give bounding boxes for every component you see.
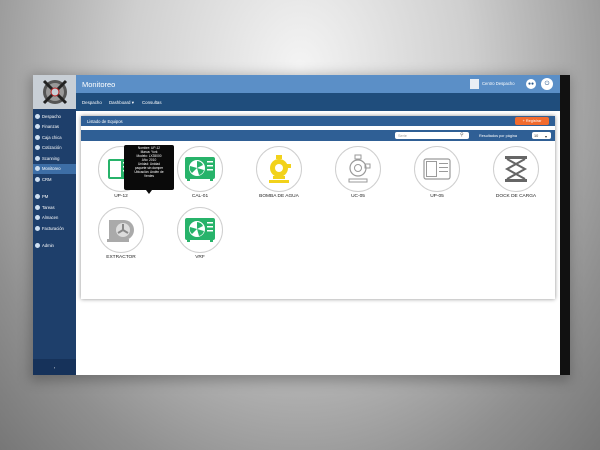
sidebar-item-scanning[interactable]: Scanning <box>33 153 76 164</box>
maintenance-icon <box>35 194 40 200</box>
sidebar-item-tareas[interactable]: Tareas <box>33 202 76 213</box>
water-pump-icon <box>256 146 302 192</box>
page-title: Monitoreo <box>82 80 116 89</box>
menu-bar: Despacho Dashboard ▾ Consultas <box>76 93 560 111</box>
equipment-label: DOCK DE CARGA <box>495 194 537 199</box>
menu-dashboard[interactable]: Dashboard ▾ <box>109 100 134 106</box>
quote-icon <box>35 145 40 151</box>
user-name[interactable]: Centro Despacho <box>482 81 515 86</box>
admin-icon <box>35 243 40 249</box>
filter-bar: Serie ⚲ Resultados por página 10 ▾ <box>81 130 555 141</box>
sidebar-item-despacho[interactable]: Despacho <box>33 111 76 122</box>
search-icon[interactable]: ⚲ <box>460 132 464 138</box>
invoice-icon <box>35 225 40 231</box>
equipment-tile-cal-01[interactable]: CAL-01 <box>170 146 230 199</box>
power-icon[interactable]: ⏻ <box>541 78 553 90</box>
equipment-tile-extractor[interactable]: EXTRACTOR <box>91 207 151 260</box>
sidebar-item-monitoreo[interactable]: Monitoreo <box>33 163 76 174</box>
tooltip-line: Verdes <box>144 174 154 178</box>
equipment-tile-uc-05[interactable]: UC-05 <box>328 146 388 199</box>
extractor-fan-icon <box>98 207 144 253</box>
equipment-tile-up-05[interactable]: UP-05 <box>407 146 467 199</box>
chevron-down-icon: ▾ <box>545 134 547 139</box>
sidebar: Despacho Finanzas Caja chica Cotización … <box>33 75 76 375</box>
search-placeholder: Serie <box>398 133 407 138</box>
company-logo <box>33 75 76 109</box>
equipment-label: UP-12 <box>114 194 128 199</box>
sidebar-collapse-button[interactable]: ‹ <box>33 359 76 375</box>
sidebar-nav: Despacho Finanzas Caja chica Cotización … <box>33 111 76 251</box>
scissor-lift-icon <box>493 146 539 192</box>
sidebar-item-finanzas[interactable]: Finanzas <box>33 122 76 133</box>
per-page-select[interactable]: 10 ▾ <box>532 132 551 139</box>
equipment-tile-vrf[interactable]: VRF <box>170 207 230 260</box>
sidebar-item-admin[interactable]: Admin <box>33 241 76 252</box>
sidebar-item-cotizacion[interactable]: Cotización <box>33 143 76 154</box>
per-page-label: Resultados por página <box>479 134 517 138</box>
ac-unit-icon <box>414 146 460 192</box>
sidebar-item-facturacion[interactable]: Facturación <box>33 223 76 234</box>
monitor-icon <box>35 166 40 172</box>
equipment-label: EXTRACTOR <box>106 255 136 260</box>
equipment-label: CAL-01 <box>191 194 209 199</box>
sidebar-item-caja-chica[interactable]: Caja chica <box>33 132 76 143</box>
equipment-label: BOMBA DE AGUA <box>259 194 299 199</box>
panel-title: Listado de Equipos <box>87 119 123 124</box>
top-bar: Monitoreo Centro Despacho ●● ⏻ <box>76 75 560 93</box>
cash-box-icon <box>35 134 40 140</box>
fan-unit-icon <box>177 146 223 192</box>
search-input[interactable]: Serie ⚲ <box>395 132 469 139</box>
fan-unit-icon <box>177 207 223 253</box>
tasks-icon <box>35 204 40 210</box>
dispatch-icon <box>35 113 40 119</box>
chevron-left-icon: ‹ <box>53 364 56 370</box>
scanner-icon <box>35 155 40 161</box>
app-window: Despacho Finanzas Caja chica Cotización … <box>33 75 560 375</box>
equipment-label: VRF <box>195 255 205 260</box>
panel-header: Listado de Equipos + Registrar <box>81 116 555 126</box>
equipment-tile-bomba-de-agua[interactable]: BOMBA DE AGUA <box>249 146 309 199</box>
sidebar-item-pm[interactable]: PM <box>33 192 76 203</box>
register-button[interactable]: + Registrar <box>515 117 549 125</box>
warehouse-icon <box>35 215 40 221</box>
crm-icon <box>35 176 40 182</box>
sidebar-item-almacen[interactable]: Almacen <box>33 213 76 224</box>
side-panel <box>560 75 570 375</box>
equipment-tooltip: Nombre: UP-12 Marca: York Modelo: LX3500… <box>124 145 174 190</box>
finance-icon <box>35 124 40 130</box>
user-avatar-icon[interactable] <box>470 79 479 89</box>
menu-consultas[interactable]: Consultas <box>142 100 162 105</box>
pump-icon <box>335 146 381 192</box>
per-page-value: 10 <box>534 133 539 138</box>
equipment-tile-dock-de-carga[interactable]: DOCK DE CARGA <box>486 146 546 199</box>
menu-despacho[interactable]: Despacho <box>82 100 102 105</box>
sidebar-item-crm[interactable]: CRM <box>33 174 76 185</box>
equipment-panel: Listado de Equipos + Registrar Serie ⚲ R… <box>81 116 555 299</box>
chat-icon[interactable]: ●● <box>526 79 536 89</box>
equipment-label: UC-05 <box>351 194 365 199</box>
equipment-label: UP-05 <box>430 194 444 199</box>
tooltip-arrow <box>146 190 152 194</box>
